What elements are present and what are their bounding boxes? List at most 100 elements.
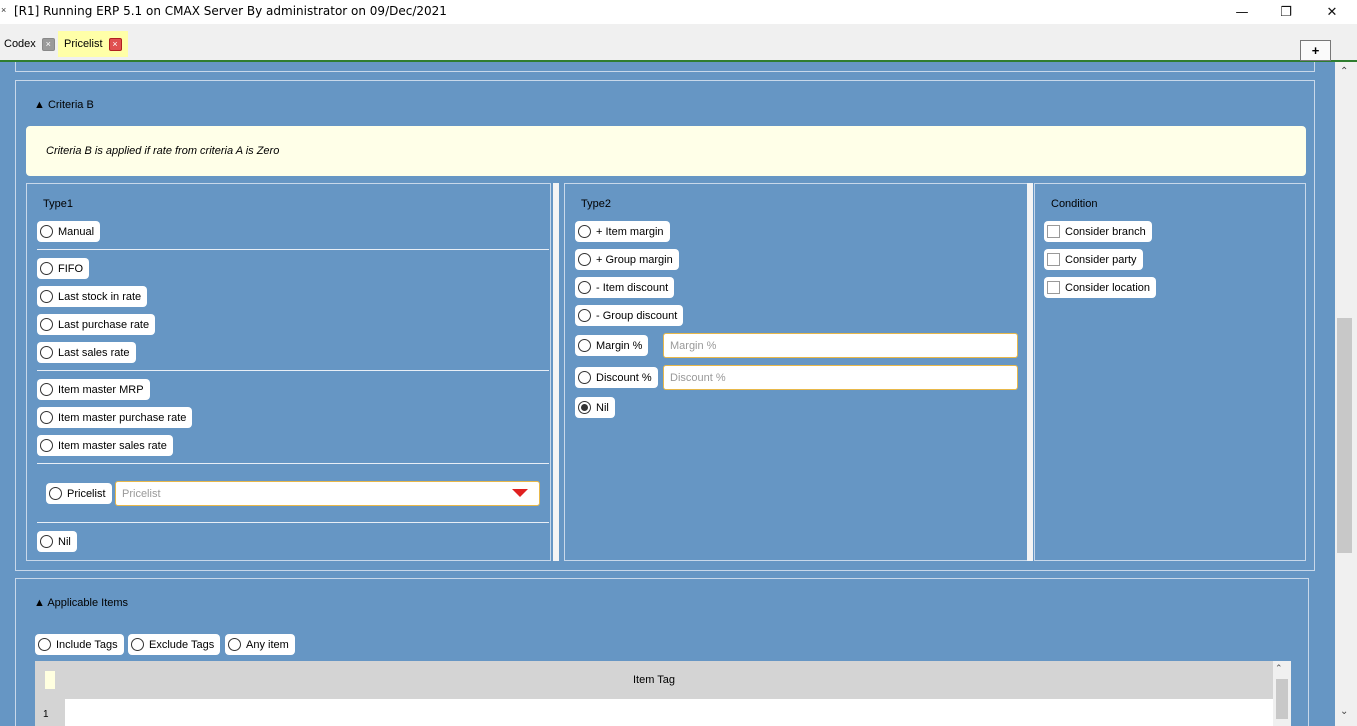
tab-pricelist-label: Pricelist [64, 38, 103, 50]
radio-icon [40, 290, 53, 303]
option-label: Nil [58, 535, 71, 548]
option-label: Consider location [1065, 281, 1150, 294]
close-tab-pricelist-icon[interactable]: × [108, 37, 122, 51]
radio-icon [40, 225, 53, 238]
condition-title: Condition [1051, 198, 1098, 210]
window-title: [R1] Running ERP 5.1 on CMAX Server By a… [14, 4, 447, 18]
divider [37, 370, 549, 371]
dropdown-arrow-icon[interactable] [512, 489, 528, 497]
consider-location-checkbox[interactable]: Consider location [1044, 277, 1156, 298]
any-item-option[interactable]: Any item [225, 634, 295, 655]
radio-icon [40, 262, 53, 275]
checkbox-icon [1047, 253, 1060, 266]
radio-icon [40, 535, 53, 548]
type2-title: Type2 [581, 198, 611, 210]
option-label: Margin % [596, 339, 643, 352]
scroll-thumb[interactable] [1337, 318, 1352, 553]
tab-pricelist[interactable]: Pricelist × [58, 31, 128, 57]
type1-column: Type1 Manual FIFO Last stock in rate Las… [26, 183, 551, 561]
type2-option-group-margin[interactable]: + Group margin [575, 249, 679, 270]
grid-corner-cell[interactable] [45, 671, 55, 689]
margin-percent-input[interactable] [663, 333, 1018, 358]
checkbox-icon [1047, 281, 1060, 294]
radio-icon [131, 638, 144, 651]
pricelist-select[interactable]: Pricelist [115, 481, 540, 506]
option-label: Pricelist [67, 487, 106, 500]
main-content: ▲ Criteria B Criteria B is applied if ra… [0, 62, 1335, 726]
type2-column: Type2 + Item margin + Group margin - Ite… [564, 183, 1028, 561]
radio-icon [578, 225, 591, 238]
type2-option-discount-percent[interactable]: Discount % [575, 367, 658, 388]
radio-checked-icon [578, 401, 591, 414]
option-label: + Item margin [596, 225, 664, 238]
type1-option-last-sales-rate[interactable]: Last sales rate [37, 342, 136, 363]
previous-section-panel [15, 62, 1315, 72]
type1-option-fifo[interactable]: FIFO [37, 258, 90, 279]
option-label: Discount % [596, 371, 652, 384]
checkbox-icon [1047, 225, 1060, 238]
radio-icon [38, 638, 51, 651]
radio-icon [40, 439, 53, 452]
type1-option-item-master-sales-rate[interactable]: Item master sales rate [37, 435, 173, 456]
minimize-button[interactable]: — [1219, 0, 1265, 24]
type2-option-item-discount[interactable]: - Item discount [575, 277, 675, 298]
type1-option-nil[interactable]: Nil [37, 531, 77, 552]
type2-option-margin-percent[interactable]: Margin % [575, 335, 649, 356]
pricelist-select-placeholder: Pricelist [122, 487, 161, 500]
tab-bar: Codex × Pricelist × + [0, 24, 1357, 62]
type2-option-nil[interactable]: Nil [575, 397, 615, 418]
consider-branch-checkbox[interactable]: Consider branch [1044, 221, 1152, 242]
radio-icon [40, 411, 53, 424]
applicable-items-header[interactable]: ▲ Applicable Items [34, 597, 128, 609]
criteria-b-panel: ▲ Criteria B Criteria B is applied if ra… [15, 80, 1315, 571]
discount-percent-input[interactable] [663, 365, 1018, 390]
column-header-item-tag[interactable]: Item Tag [633, 674, 675, 686]
option-label: FIFO [58, 262, 84, 275]
condition-column: Condition Consider branch Consider party… [1034, 183, 1306, 561]
grid-scroll-up-icon[interactable]: ⌃ [1275, 663, 1283, 674]
type1-option-pricelist[interactable]: Pricelist [46, 483, 112, 504]
type1-option-last-stock-in-rate[interactable]: Last stock in rate [37, 286, 148, 307]
option-label: Item master MRP [58, 383, 144, 396]
item-tag-grid[interactable]: Item Tag 1 ⌃ [35, 661, 1291, 726]
option-label: Item master purchase rate [58, 411, 187, 424]
app-icon: × [1, 5, 7, 15]
option-label: - Group discount [596, 309, 678, 322]
scroll-down-icon[interactable]: ⌄ [1340, 706, 1348, 717]
radio-icon [578, 253, 591, 266]
grid-scroll-thumb[interactable] [1276, 679, 1288, 719]
page-scrollbar[interactable]: ⌃ ⌄ [1335, 62, 1357, 726]
criteria-b-header[interactable]: ▲ Criteria B [34, 99, 94, 111]
add-tab-button[interactable]: + [1300, 40, 1331, 61]
option-label: Exclude Tags [149, 638, 215, 651]
tab-codex[interactable]: Codex × [0, 31, 59, 57]
divider [37, 249, 549, 250]
type1-option-item-master-mrp[interactable]: Item master MRP [37, 379, 150, 400]
radio-icon [578, 309, 591, 322]
option-label: Last stock in rate [58, 290, 142, 303]
divider [37, 522, 549, 523]
option-label: Last sales rate [58, 346, 130, 359]
include-tags-option[interactable]: Include Tags [35, 634, 124, 655]
close-tab-codex-icon[interactable]: × [41, 37, 55, 51]
maximize-button[interactable]: ❐ [1263, 0, 1309, 24]
option-label: Last purchase rate [58, 318, 150, 331]
type1-option-last-purchase-rate[interactable]: Last purchase rate [37, 314, 156, 335]
radio-icon [578, 339, 591, 352]
type2-option-item-margin[interactable]: + Item margin [575, 221, 670, 242]
title-bar: × [R1] Running ERP 5.1 on CMAX Server By… [0, 0, 1357, 24]
exclude-tags-option[interactable]: Exclude Tags [128, 634, 221, 655]
type2-option-group-discount[interactable]: - Group discount [575, 305, 684, 326]
option-label: Consider branch [1065, 225, 1146, 238]
column-separator [1027, 183, 1033, 561]
consider-party-checkbox[interactable]: Consider party [1044, 249, 1143, 270]
radio-icon [40, 383, 53, 396]
radio-icon [49, 487, 62, 500]
type1-option-manual[interactable]: Manual [37, 221, 101, 242]
option-label: Include Tags [56, 638, 118, 651]
type1-option-item-master-purchase-rate[interactable]: Item master purchase rate [37, 407, 193, 428]
criteria-b-info: Criteria B is applied if rate from crite… [26, 126, 1306, 176]
scroll-up-icon[interactable]: ⌃ [1340, 66, 1348, 77]
row-number: 1 [43, 709, 49, 720]
close-window-button[interactable]: ✕ [1309, 0, 1355, 24]
